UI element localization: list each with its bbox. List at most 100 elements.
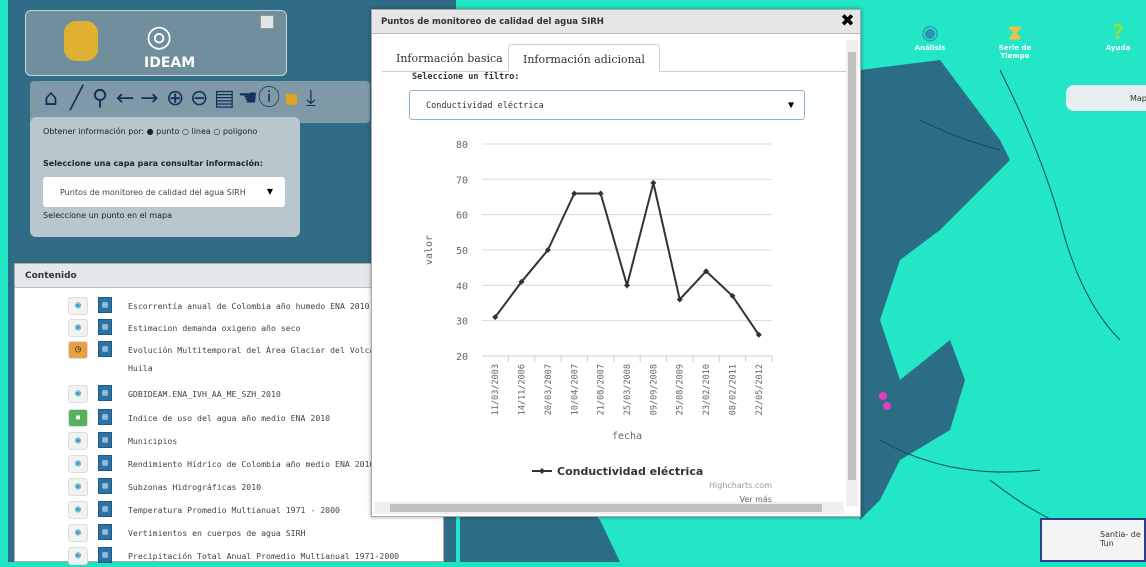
eye-icon[interactable]: ◉	[68, 547, 88, 565]
horizontal-scrollbar[interactable]	[374, 502, 844, 514]
highcharts-credit: Highcharts.com	[709, 481, 772, 490]
timeseries-button[interactable]: ⧗ Serie de Tiempo	[985, 20, 1045, 60]
home-icon[interactable]: ⌂	[44, 88, 58, 110]
x-tick-label: 25/03/2008	[623, 364, 633, 415]
layer-item[interactable]: ◉ ▤ Vertimientos en cuerpos de agua SIRH	[14, 522, 444, 544]
data-point	[650, 179, 657, 186]
download-icon[interactable]: ⤓	[306, 88, 316, 110]
legend-label: Conductividad eléctrica	[557, 465, 703, 478]
radio-poligono[interactable]: ○ poligono	[213, 127, 257, 136]
vertical-scrollbar[interactable]	[846, 40, 858, 506]
help-button[interactable]: ? Ayuda	[1098, 20, 1138, 52]
x-tick-label: 22/05/2012	[755, 364, 765, 415]
globe-icon: ◉	[921, 20, 939, 44]
data-point	[624, 282, 630, 289]
back-arrow-icon[interactable]: ←	[116, 88, 134, 110]
eye-icon[interactable]: ◉	[68, 501, 88, 519]
monitoring-point-dialog: Puntos de monitoreo de calidad del agua …	[371, 9, 861, 517]
x-tick-label: 09/09/2008	[649, 364, 659, 415]
legend-swatch-icon[interactable]: ▪	[68, 409, 88, 427]
y-axis-title: valor	[424, 235, 435, 265]
radio-punto-label: punto	[156, 127, 180, 136]
zoom-out-icon[interactable]: ⊖	[190, 88, 208, 110]
analysis-label: Análisis	[914, 44, 946, 52]
query-method-row: Obtener información por: ● punto ○ linea…	[43, 127, 257, 136]
vertical-scrollbar-thumb[interactable]	[848, 52, 856, 480]
help-icon: ?	[1112, 20, 1124, 44]
x-tick-label: 20/03/2007	[544, 364, 554, 415]
x-tick-label: 10/04/2007	[570, 364, 580, 415]
eye-icon[interactable]: ◉	[68, 432, 88, 450]
data-point	[571, 190, 578, 197]
document-icon[interactable]: ▤	[98, 297, 112, 313]
conductivity-chart: 20 30 40 50 60 70 80 11/03/2003 14/11/2006 20/03/…	[424, 140, 773, 504]
layer-label: Vertimientos en cuerpos de agua SIRH	[128, 528, 306, 538]
data-point	[597, 190, 604, 197]
y-tick-label: 70	[456, 175, 468, 186]
ideam-logo-icon: ◎	[146, 19, 173, 54]
layer-label: Precipitación Total Anual Promedio Multi…	[128, 551, 400, 561]
header-logo-bar: ◎ IDEAM	[25, 10, 287, 76]
document-icon[interactable]: ▤	[98, 455, 112, 471]
eye-icon[interactable]: ◉	[68, 455, 88, 473]
eye-icon[interactable]: ◉	[68, 297, 88, 315]
document-icon[interactable]: ▤	[98, 409, 112, 425]
document-icon[interactable]: ▤	[98, 432, 112, 448]
help-label: Ayuda	[1105, 44, 1131, 52]
x-axis-title: fecha	[612, 431, 642, 442]
map-button-label: Map	[1130, 94, 1146, 103]
eye-icon[interactable]: ◉	[68, 478, 88, 496]
colombia-coat-of-arms-icon	[64, 21, 98, 61]
eye-icon[interactable]: ◉	[68, 319, 88, 337]
select-point-hint: Seleccione un punto en el mapa	[43, 211, 172, 220]
y-tick-label: 50	[456, 246, 468, 257]
document-icon[interactable]: ▤	[98, 547, 112, 563]
print-icon[interactable]: ▤	[214, 88, 235, 110]
overview-map-label: Santia- de Tun	[1100, 530, 1141, 548]
x-tick-label: 14/11/2006	[518, 364, 528, 415]
analysis-button[interactable]: ◉ Análisis	[910, 20, 950, 52]
dropdown-arrow-icon: ▼	[266, 187, 273, 196]
document-icon[interactable]: ▤	[98, 385, 112, 401]
query-method-label: Obtener información por:	[43, 127, 145, 136]
y-tick-label: 80	[456, 140, 468, 151]
overview-map[interactable]: Santia- de Tun	[1040, 518, 1146, 562]
info-query-panel: Obtener información por: ● punto ○ linea…	[30, 117, 300, 237]
radio-punto[interactable]: ● punto	[147, 127, 180, 136]
y-tick-label: 60	[456, 211, 468, 222]
document-icon[interactable]: ▤	[98, 501, 112, 517]
eye-icon[interactable]: ◉	[68, 385, 88, 403]
legend-marker	[539, 468, 545, 474]
timeseries-label: Serie de Tiempo	[998, 44, 1032, 60]
layer-item[interactable]: ◉ ▤ Precipitación Total Anual Promedio Mul…	[14, 545, 444, 567]
x-tick-label: 21/08/2007	[597, 364, 607, 415]
series-line	[494, 182, 760, 336]
y-tick-label: 20	[456, 352, 468, 363]
map-toggle-button[interactable]: Map	[1066, 85, 1146, 111]
radio-linea-label: linea	[191, 127, 211, 136]
y-tick-label: 30	[456, 317, 468, 328]
x-tick-label: 23/02/2010	[702, 364, 712, 415]
horizontal-scrollbar-thumb[interactable]	[390, 504, 822, 512]
x-tick-label: 25/08/2009	[676, 364, 686, 415]
document-icon[interactable]: ▤	[98, 478, 112, 494]
radio-linea[interactable]: ○ linea	[182, 127, 211, 136]
y-tick-label: 40	[456, 281, 468, 292]
layer-select[interactable]: Puntos de monitoreo de calidad del agua …	[43, 177, 285, 207]
pencil-icon[interactable]: ╱	[70, 88, 83, 110]
info-icon[interactable]: ⓘ	[258, 88, 280, 110]
forward-arrow-icon[interactable]: →	[140, 88, 158, 110]
hand-pointer-icon[interactable]: ☚	[238, 88, 258, 110]
eye-icon[interactable]: ◉	[68, 524, 88, 542]
document-icon[interactable]: ▤	[98, 524, 112, 540]
x-tick-label: 08/02/2011	[728, 364, 738, 415]
broken-image-icon	[260, 15, 274, 29]
hourglass-icon: ⧗	[1007, 20, 1023, 44]
layer-select-value: Puntos de monitoreo de calidad del agua …	[60, 188, 246, 197]
layers-icon[interactable]: ▪	[284, 88, 299, 110]
location-pin-icon[interactable]: ⚲	[92, 88, 108, 110]
zoom-in-icon[interactable]: ⊕	[166, 88, 184, 110]
document-icon[interactable]: ▤	[98, 341, 112, 357]
document-icon[interactable]: ▤	[98, 319, 112, 335]
layer-select-label: Seleccione una capa para consultar infor…	[43, 159, 263, 168]
